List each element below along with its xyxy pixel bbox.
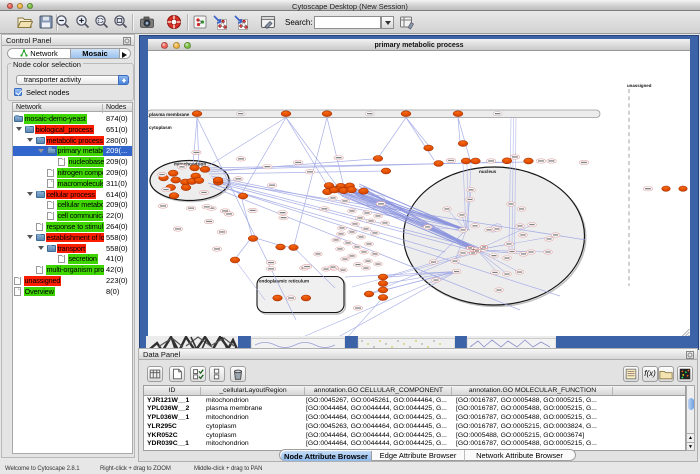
svg-text:nucleus: nucleus [479,169,497,174]
svg-text:plasma membrane: plasma membrane [149,112,190,117]
svg-text:unassigned: unassigned [627,83,652,88]
svg-text:endoplasmic reticulum: endoplasmic reticulum [259,279,309,284]
svg-text:cytoplasm: cytoplasm [149,125,172,130]
